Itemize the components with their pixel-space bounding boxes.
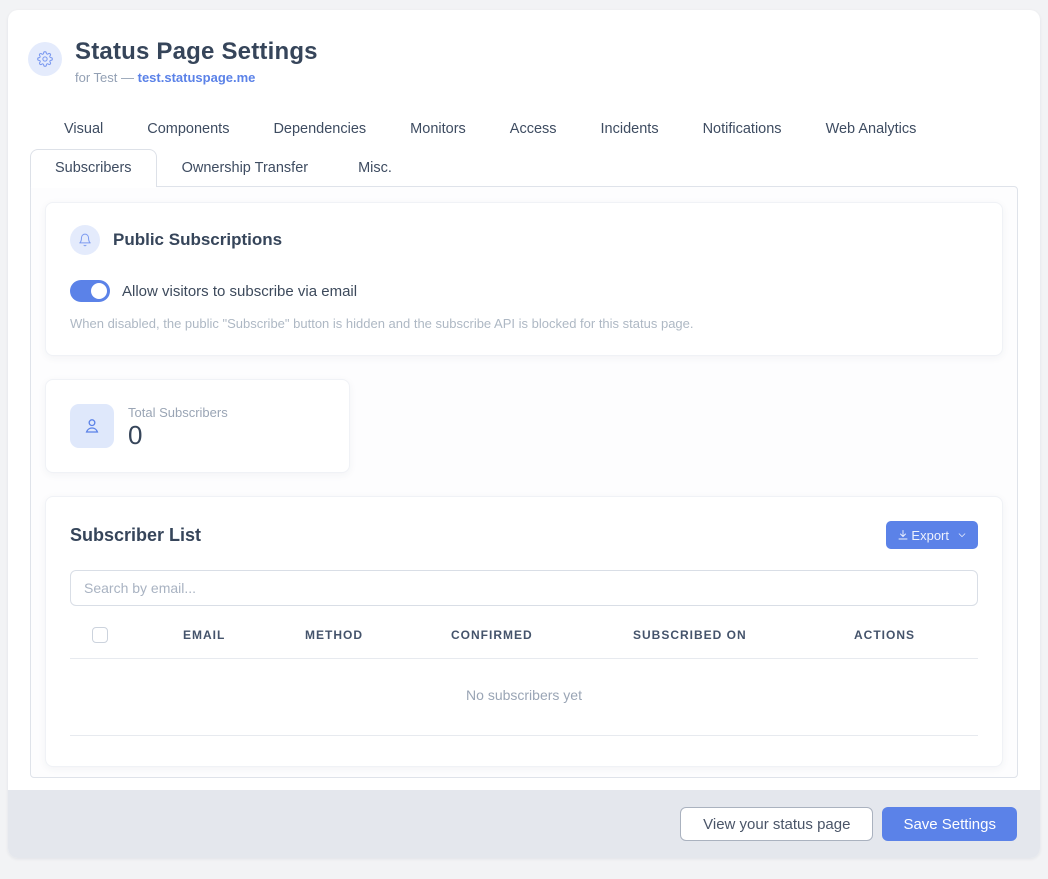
subscriber-list-title: Subscriber List bbox=[70, 525, 201, 546]
status-page-settings-card: Status Page Settings for Test — test.sta… bbox=[8, 10, 1040, 858]
stat-value: 0 bbox=[128, 422, 228, 448]
tab-bar-primary: Visual Components Dependencies Monitors … bbox=[42, 115, 1018, 145]
footer-action-bar: View your status page Save Settings bbox=[8, 790, 1040, 858]
chevron-down-icon bbox=[957, 530, 967, 540]
column-header-actions: ACTIONS bbox=[854, 628, 978, 642]
tab-dependencies[interactable]: Dependencies bbox=[251, 115, 388, 145]
tab-components[interactable]: Components bbox=[125, 115, 251, 145]
toggle-knob bbox=[91, 283, 107, 299]
search-input[interactable] bbox=[70, 570, 978, 606]
stat-label: Total Subscribers bbox=[128, 405, 228, 420]
column-header-method: METHOD bbox=[305, 628, 451, 642]
gear-icon bbox=[28, 42, 62, 76]
export-button-label: Export bbox=[911, 528, 949, 543]
tab-notifications[interactable]: Notifications bbox=[681, 115, 804, 145]
status-page-link[interactable]: test.statuspage.me bbox=[138, 70, 256, 85]
column-header-subscribed-on: SUBSCRIBED ON bbox=[633, 628, 854, 642]
subscribe-toggle[interactable] bbox=[70, 280, 110, 302]
select-all-checkbox[interactable] bbox=[92, 627, 108, 643]
toggle-label: Allow visitors to subscribe via email bbox=[122, 283, 357, 300]
public-subscriptions-card: Public Subscriptions Allow visitors to s… bbox=[45, 202, 1003, 356]
view-status-page-button[interactable]: View your status page bbox=[680, 807, 873, 841]
download-icon bbox=[897, 529, 909, 541]
tab-ownership-transfer[interactable]: Ownership Transfer bbox=[157, 149, 334, 187]
tab-web-analytics[interactable]: Web Analytics bbox=[804, 115, 939, 145]
tab-bar-secondary: Subscribers Ownership Transfer Misc. bbox=[30, 149, 1018, 187]
empty-state-message: No subscribers yet bbox=[70, 659, 978, 736]
subscriber-table-header: EMAIL METHOD CONFIRMED SUBSCRIBED ON ACT… bbox=[70, 627, 978, 659]
total-subscribers-card: Total Subscribers 0 bbox=[45, 379, 350, 473]
tab-incidents[interactable]: Incidents bbox=[579, 115, 681, 145]
subscriber-list-card: Subscriber List Export EMAIL M bbox=[45, 496, 1003, 767]
tab-misc[interactable]: Misc. bbox=[333, 149, 417, 187]
page-header: Status Page Settings for Test — test.sta… bbox=[8, 10, 1040, 85]
export-button[interactable]: Export bbox=[886, 521, 978, 549]
page-subtitle: for Test — test.statuspage.me bbox=[75, 70, 318, 85]
save-settings-button[interactable]: Save Settings bbox=[882, 807, 1017, 841]
section-title-public-subscriptions: Public Subscriptions bbox=[113, 230, 282, 250]
tab-visual[interactable]: Visual bbox=[42, 115, 125, 145]
column-header-confirmed: CONFIRMED bbox=[451, 628, 633, 642]
tab-access[interactable]: Access bbox=[488, 115, 579, 145]
person-icon bbox=[70, 404, 114, 448]
subscribers-panel: Public Subscriptions Allow visitors to s… bbox=[30, 186, 1018, 778]
toggle-helper-text: When disabled, the public "Subscribe" bu… bbox=[70, 316, 978, 331]
bell-icon bbox=[70, 225, 100, 255]
page-title: Status Page Settings bbox=[75, 38, 318, 66]
tab-subscribers[interactable]: Subscribers bbox=[30, 149, 157, 187]
subtitle-prefix: for Test — bbox=[75, 70, 138, 85]
column-header-email: EMAIL bbox=[183, 628, 305, 642]
tab-monitors[interactable]: Monitors bbox=[388, 115, 488, 145]
footer-spacer bbox=[8, 778, 1040, 790]
